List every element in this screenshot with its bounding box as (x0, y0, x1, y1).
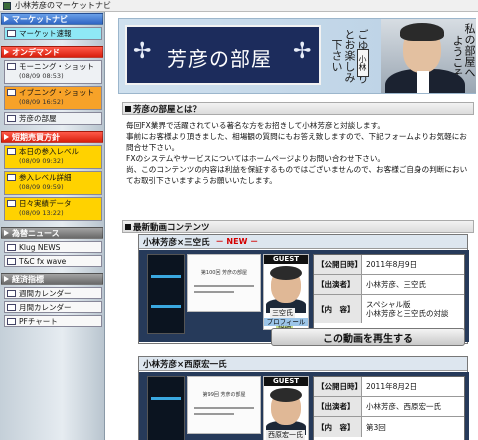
sidebar-item-monthly-calendar[interactable]: 月間カレンダー (4, 301, 102, 313)
window-icon (7, 174, 16, 181)
app-icon (3, 1, 11, 10)
video-body: 第100回 芳彦の部屋 GUEST 三空氏 プロフィール 詳細 【公開日時】20… (139, 250, 469, 346)
room-logo: 芳彦の部屋 (167, 47, 272, 71)
sidebar-item-klug-news[interactable]: Klug NEWS (4, 241, 102, 253)
bullet-icon (125, 105, 131, 112)
sidebar-section-on-demand[interactable]: オンデマンド (1, 46, 103, 58)
guest-card: GUEST 西原宏一氏 (263, 376, 309, 440)
video-body: 第99回 芳彦の部屋 GUEST 西原宏一氏 【公開日時】 2011年8月2日 【… (139, 372, 469, 440)
video-card: 小林芳彦×三空氏－ NEW － 第100回 芳彦の部屋 GUEST 三空氏 プロ… (138, 234, 469, 346)
guest-card: GUEST 三空氏 プロフィール 詳細 (263, 254, 309, 333)
sidebar-item-daily-results[interactable]: 日々実績データ (08/09 13:22) (4, 197, 102, 221)
video-thumbnail[interactable] (147, 254, 185, 334)
app-window: 小林芳彦のマーケットナビ マーケットナビ マーケット速報 オンデマンド モーニン… (0, 0, 478, 440)
window-icon (7, 290, 16, 297)
sidebar-item-evening-shot[interactable]: イブニング・ショット (08/09 16:52) (4, 86, 102, 110)
main-content: ✢ 芳彦の部屋 ✢ ごゆっくりと お楽しみ下さい 小林 私の部屋へ ようこそ 芳… (106, 12, 478, 440)
video-doc-preview: 第100回 芳彦の部屋 (187, 254, 261, 312)
sidebar-section-market-navi[interactable]: マーケットナビ (1, 13, 103, 25)
sidebar-item-pf-chart[interactable]: PFチャート (4, 315, 102, 327)
sidebar-item-entry-detail[interactable]: 参入レベル詳細 (08/09 09:59) (4, 171, 102, 195)
arrow-icon (4, 16, 9, 22)
video-info-table: 【公開日時】 2011年8月9日 【出演者】 小林芳彦、三空氏 【内 容】 スペシャル… (313, 254, 465, 336)
window-title: 小林芳彦のマーケットナビ (15, 1, 111, 10)
ornament-icon: ✢ (293, 39, 312, 64)
sidebar-section-econ-indicators[interactable]: 経済指標 (1, 273, 103, 285)
window-icon (7, 304, 16, 311)
ornament-icon: ✢ (133, 39, 152, 64)
bullet-icon (125, 223, 131, 230)
video-thumbnail[interactable] (147, 376, 185, 440)
window-icon (7, 115, 16, 122)
window-icon (7, 258, 16, 265)
window-icon (7, 244, 16, 251)
sidebar-item-entry-level[interactable]: 本日の参入レベル (08/09 09:32) (4, 145, 102, 169)
sidebar-item-weekly-calendar[interactable]: 週間カレンダー (4, 287, 102, 299)
host-photo: 私の部屋へ ようこそ (381, 19, 476, 93)
window-icon (7, 200, 16, 207)
logo-panel: ✢ 芳彦の部屋 ✢ (125, 25, 321, 85)
window-icon (7, 89, 16, 96)
sidebar-section-fx-news[interactable]: 為替ニュース (1, 227, 103, 239)
arrow-icon (4, 230, 9, 236)
window-icon (7, 318, 16, 325)
play-video-button[interactable]: この動画を再生する (271, 328, 465, 346)
header-banner: ✢ 芳彦の部屋 ✢ ごゆっくりと お楽しみ下さい 小林 私の部屋へ ようこそ (118, 18, 476, 94)
video-title: 小林芳彦×西原宏一氏 (139, 357, 467, 371)
video-doc-preview: 第99回 芳彦の部屋 (187, 376, 261, 434)
window-icon (7, 30, 16, 37)
window-icon (7, 63, 16, 70)
sidebar-item-tc-fx-wave[interactable]: T&C fx wave (4, 255, 102, 267)
sidebar-item-market-flash[interactable]: マーケット速報 (4, 27, 102, 40)
section-header-about: 芳彦の部屋とは？ (122, 102, 474, 115)
sidebar-item-yoshihiko-room[interactable]: 芳彦の部屋 (4, 112, 102, 125)
section-header-latest-videos: 最新動画コンテンツ (122, 220, 474, 233)
sidebar-item-morning-shot[interactable]: モーニング・ショット (08/09 08:53) (4, 60, 102, 84)
name-seal: 小林 (357, 49, 369, 77)
arrow-icon (4, 49, 9, 55)
video-info-table: 【公開日時】 2011年8月2日 【出演者】 小林芳彦、西原宏一氏 【内 容】 第3回 (313, 376, 465, 440)
sidebar: マーケットナビ マーケット速報 オンデマンド モーニング・ショット (08/09 … (0, 12, 105, 440)
sidebar-section-short-term[interactable]: 短期売買方針 (1, 131, 103, 143)
window-icon (7, 148, 16, 155)
about-text: 毎回FX業界で活躍されている著名な方をお招きして小林芳彦と対談します。 事前にお… (126, 121, 468, 185)
title-bar: 小林芳彦のマーケットナビ (0, 0, 478, 12)
video-title: 小林芳彦×三空氏－ NEW － (139, 235, 467, 249)
arrow-icon (4, 276, 9, 282)
enjoy-text-2: お楽しみ下さい (330, 39, 356, 83)
arrow-icon (4, 134, 9, 140)
video-card: 小林芳彦×西原宏一氏 第99回 芳彦の部屋 GUEST 西原宏一氏 【公開日時】… (138, 356, 469, 440)
